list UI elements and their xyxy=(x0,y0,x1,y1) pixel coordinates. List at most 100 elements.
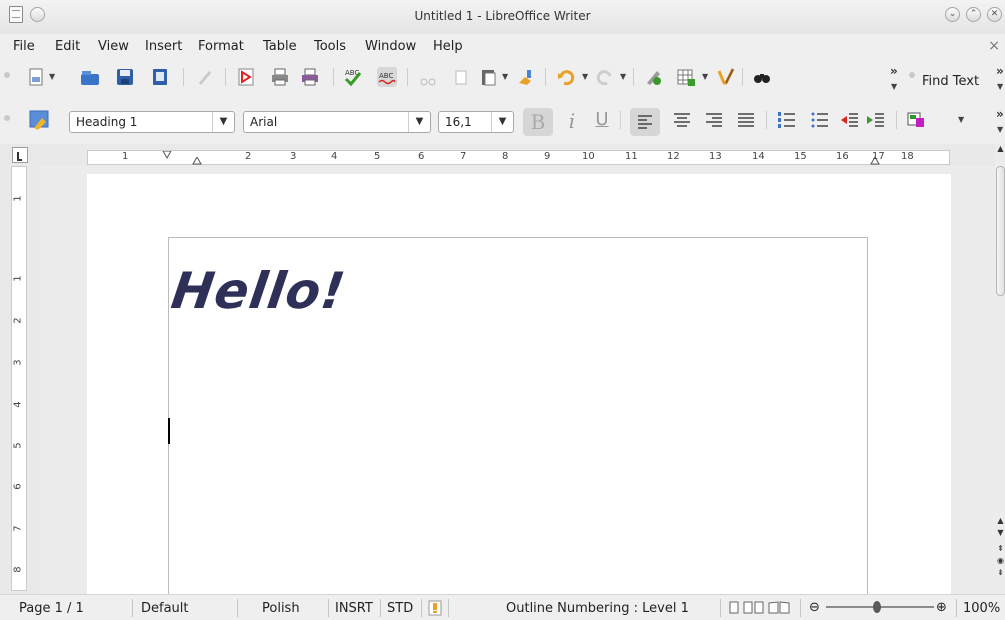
close-window-button[interactable]: ✕ xyxy=(987,7,1002,22)
insert-chart-icon[interactable] xyxy=(643,67,663,87)
menu-tools[interactable]: Tools xyxy=(314,39,346,54)
scrollbar-thumb[interactable] xyxy=(996,166,1005,296)
paragraph-style-combo[interactable]: Heading 1 ▼ xyxy=(69,111,235,133)
chevron-down-icon[interactable]: ▼ xyxy=(891,82,897,91)
redo-icon[interactable] xyxy=(595,67,615,87)
previous-page-icon[interactable]: ⇞ xyxy=(996,544,1005,554)
numbered-list-icon[interactable] xyxy=(777,110,797,130)
undo-icon[interactable] xyxy=(556,67,576,87)
chevron-down-icon[interactable]: ▼ xyxy=(502,72,508,81)
new-document-icon[interactable] xyxy=(26,67,46,87)
chevron-down-icon[interactable]: ▼ xyxy=(997,125,1003,134)
toolbar-overflow-button[interactable]: » xyxy=(890,64,898,78)
menu-edit[interactable]: Edit xyxy=(55,39,80,54)
selection-mode-status[interactable]: STD xyxy=(387,601,413,616)
zoom-slider-thumb[interactable] xyxy=(873,601,881,613)
vertical-ruler[interactable]: 1 1 2 3 4 5 6 7 8 xyxy=(11,166,27,591)
page-style-status[interactable]: Default xyxy=(141,601,189,616)
outline-numbering-status[interactable]: Outline Numbering : Level 1 xyxy=(506,601,689,616)
clone-formatting-icon[interactable] xyxy=(515,67,535,87)
menu-format[interactable]: Format xyxy=(198,39,244,54)
menu-insert[interactable]: Insert xyxy=(145,39,182,54)
multi-page-view-icon[interactable] xyxy=(743,601,765,614)
align-center-icon[interactable] xyxy=(672,110,692,130)
cut-icon[interactable] xyxy=(418,67,438,87)
toolbar-grip[interactable] xyxy=(4,115,10,121)
insert-table-icon[interactable] xyxy=(676,67,696,87)
page-number-status[interactable]: Page 1 / 1 xyxy=(19,601,84,616)
toolbar-grip[interactable] xyxy=(4,72,10,78)
font-size-combo[interactable]: 16,1 ▼ xyxy=(438,111,514,133)
find-binoculars-icon[interactable] xyxy=(752,67,772,87)
chevron-down-icon[interactable]: ▼ xyxy=(212,112,234,132)
zoom-percentage[interactable]: 100% xyxy=(963,601,1000,616)
book-view-icon[interactable] xyxy=(768,601,790,614)
menu-file[interactable]: File xyxy=(13,39,35,54)
bold-button[interactable]: B xyxy=(523,108,553,136)
toolbar-overflow-button[interactable]: » xyxy=(996,64,1004,78)
maximize-button[interactable]: ⌃ xyxy=(966,7,981,22)
insert-mode-status[interactable]: INSRT xyxy=(335,601,373,616)
chevron-down-icon[interactable]: ▼ xyxy=(620,72,626,81)
document-heading-text[interactable]: Hello! xyxy=(168,262,349,320)
chevron-down-icon[interactable]: ▼ xyxy=(491,112,513,132)
edit-mode-icon[interactable] xyxy=(195,67,215,87)
chevron-down-icon[interactable]: ▼ xyxy=(958,115,964,124)
underline-button[interactable]: U xyxy=(592,109,612,135)
left-indent-marker[interactable] xyxy=(192,157,202,165)
chevron-down-icon[interactable]: ▼ xyxy=(49,72,55,81)
increase-indent-icon[interactable] xyxy=(866,110,886,130)
scroll-up-icon[interactable]: ▲ xyxy=(996,516,1005,526)
zoom-out-icon[interactable]: ⊖ xyxy=(809,600,820,615)
status-separator xyxy=(132,599,133,617)
menu-help[interactable]: Help xyxy=(433,39,463,54)
decrease-indent-icon[interactable] xyxy=(840,110,860,130)
chevron-down-icon[interactable]: ▼ xyxy=(702,72,708,81)
export-pdf-icon[interactable] xyxy=(236,67,256,87)
align-left-icon xyxy=(638,115,652,129)
save-icon[interactable] xyxy=(115,67,135,87)
menu-view[interactable]: View xyxy=(98,39,129,54)
chevron-down-icon[interactable]: ▼ xyxy=(997,82,1003,91)
menu-window[interactable]: Window xyxy=(365,39,416,54)
print-preview-icon[interactable] xyxy=(300,67,320,87)
menu-table[interactable]: Table xyxy=(263,39,297,54)
ruler-tick: 1 xyxy=(12,195,24,202)
next-page-icon[interactable]: ⇟ xyxy=(996,568,1005,578)
tab-type-selector[interactable] xyxy=(12,147,28,163)
toolbar-grip[interactable] xyxy=(909,72,915,78)
paragraph-background-icon[interactable] xyxy=(906,110,926,130)
justify-icon[interactable] xyxy=(736,110,756,130)
vertical-scrollbar[interactable]: ▲ ▲ ▼ ⇞ ◉ ⇟ xyxy=(995,144,1005,594)
minimize-button[interactable]: ⌄ xyxy=(945,7,960,22)
italic-button[interactable]: i xyxy=(562,109,582,135)
horizontal-ruler[interactable]: 1 2 3 4 5 6 7 8 9 10 11 12 13 14 15 16 1… xyxy=(87,150,950,165)
first-line-indent-marker[interactable] xyxy=(162,151,172,159)
document-modified-icon[interactable] xyxy=(428,600,442,616)
styles-and-formatting-icon[interactable] xyxy=(26,108,54,132)
ruler-tick: 14 xyxy=(752,151,765,162)
align-left-button[interactable] xyxy=(630,108,660,136)
open-file-icon[interactable] xyxy=(80,67,100,87)
align-right-icon[interactable] xyxy=(704,110,724,130)
find-text-label[interactable]: Find Text xyxy=(922,74,979,89)
toolbar-overflow-button[interactable]: » xyxy=(996,107,1004,121)
draw-functions-icon[interactable] xyxy=(716,67,736,87)
copy-icon[interactable] xyxy=(450,67,470,87)
chevron-down-icon[interactable]: ▼ xyxy=(582,72,588,81)
close-document-icon[interactable]: × xyxy=(988,38,1000,54)
navigation-icon[interactable]: ◉ xyxy=(996,556,1005,566)
spellcheck-icon[interactable]: ABC xyxy=(343,67,363,87)
scroll-down-icon[interactable]: ▼ xyxy=(996,528,1005,538)
bullet-list-icon[interactable] xyxy=(810,110,830,130)
font-name-combo[interactable]: Arial ▼ xyxy=(243,111,431,133)
language-status[interactable]: Polish xyxy=(262,601,300,616)
paste-icon[interactable] xyxy=(478,67,498,87)
export-icon[interactable] xyxy=(150,67,170,87)
scroll-up-icon[interactable]: ▲ xyxy=(996,144,1005,154)
single-page-view-icon[interactable] xyxy=(728,601,740,614)
zoom-in-icon[interactable]: ⊕ xyxy=(936,600,947,615)
print-icon[interactable] xyxy=(270,67,290,87)
chevron-down-icon[interactable]: ▼ xyxy=(408,112,430,132)
autospellcheck-icon[interactable]: ABC xyxy=(377,67,397,87)
